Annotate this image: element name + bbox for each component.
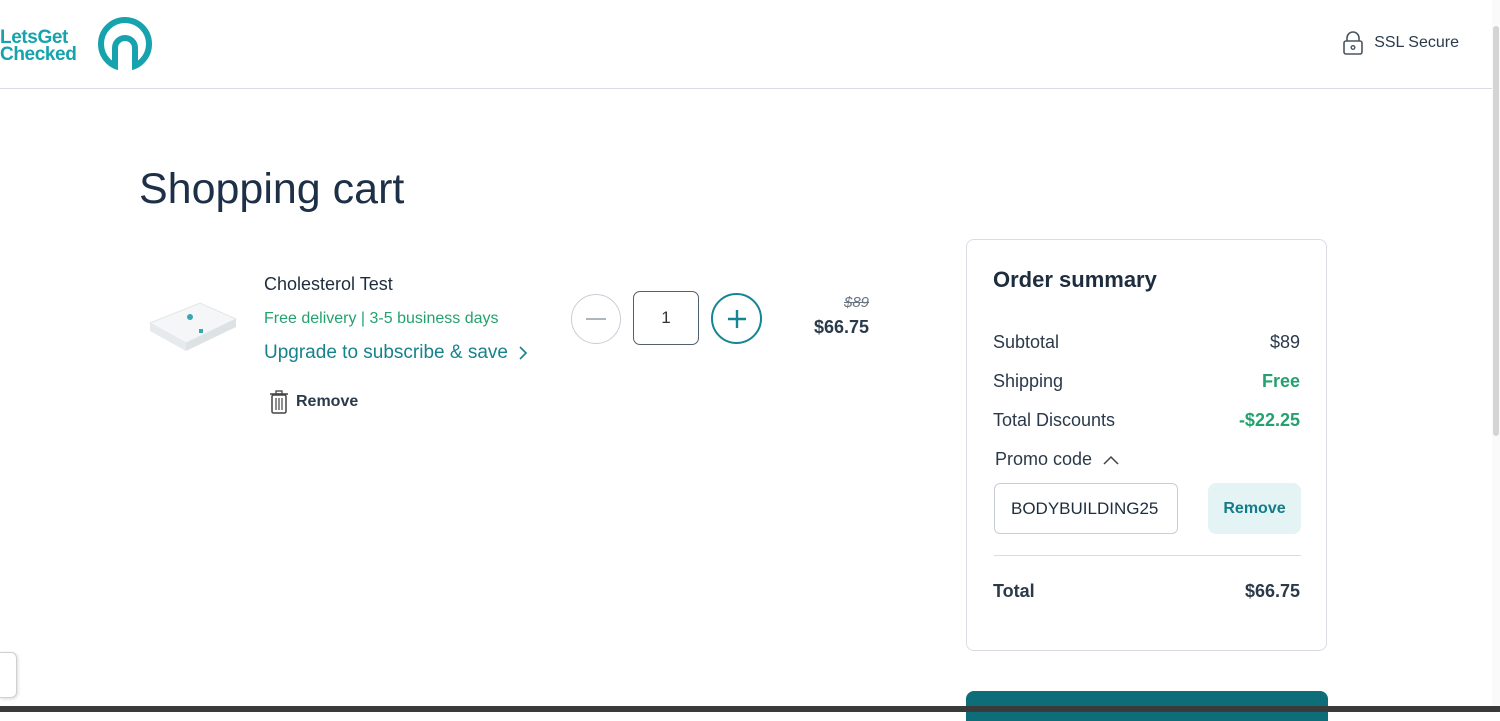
discounted-price: $66.75 — [814, 317, 870, 337]
discounts-value: -$22.25 — [1238, 410, 1300, 430]
ssl-secure-badge: SSL Secure — [1342, 31, 1459, 55]
scrollbar-thumb[interactable] — [1493, 26, 1499, 436]
chevron-up-icon — [1103, 455, 1119, 465]
feedback-tab[interactable] — [0, 652, 17, 698]
quantity-increase-button[interactable] — [711, 293, 762, 344]
lock-icon — [1343, 31, 1364, 55]
total-row: Total $66.75 — [993, 581, 1300, 602]
subtotal-label: Subtotal — [993, 332, 1060, 352]
promo-remove-button[interactable]: Remove — [1208, 483, 1301, 534]
scrollbar[interactable] — [1492, 0, 1500, 712]
promo-code-label: Promo code — [995, 449, 1093, 469]
shipping-value: Free — [1261, 371, 1300, 391]
chevron-right-icon — [519, 346, 528, 360]
upgrade-label: Upgrade to subscribe & save — [264, 342, 508, 363]
quantity-input[interactable] — [633, 291, 699, 345]
remove-item-button[interactable]: Remove — [268, 389, 358, 415]
remove-item-label: Remove — [296, 393, 359, 410]
summary-divider — [994, 555, 1301, 556]
promo-code-toggle[interactable]: Promo code — [995, 449, 1120, 470]
bottom-edge — [0, 706, 1500, 712]
minus-icon — [586, 318, 606, 320]
product-kit-image — [148, 302, 238, 351]
promo-code-input[interactable] — [994, 483, 1178, 534]
logo-mark-icon — [98, 17, 152, 72]
subtotal-row: Subtotal $89 — [993, 332, 1300, 353]
shipping-row: Shipping Free — [993, 371, 1300, 392]
page-title: Shopping cart — [139, 165, 405, 213]
shipping-label: Shipping — [993, 371, 1064, 391]
site-header: LetsGet Checked SSL Secure — [0, 0, 1492, 89]
original-price: $89 — [844, 294, 870, 311]
discounts-label: Total Discounts — [993, 410, 1116, 430]
plus-icon — [727, 309, 746, 328]
logo-wordmark: LetsGet Checked — [0, 27, 77, 65]
quantity-decrease-button[interactable] — [571, 294, 621, 344]
subtotal-value: $89 — [1269, 332, 1300, 352]
total-label: Total — [993, 581, 1035, 601]
total-value: $66.75 — [1244, 581, 1300, 601]
upgrade-subscribe-link[interactable]: Upgrade to subscribe & save — [264, 342, 528, 364]
ssl-label: SSL Secure — [1374, 34, 1459, 51]
trash-icon — [270, 390, 288, 414]
order-summary-card: Order summary Subtotal $89 Shipping Free… — [966, 239, 1327, 651]
discounts-row: Total Discounts -$22.25 — [993, 410, 1300, 431]
product-name[interactable]: Cholesterol Test — [264, 274, 393, 295]
order-summary-title: Order summary — [993, 267, 1157, 292]
delivery-info: Free delivery | 3-5 business days — [264, 310, 499, 327]
